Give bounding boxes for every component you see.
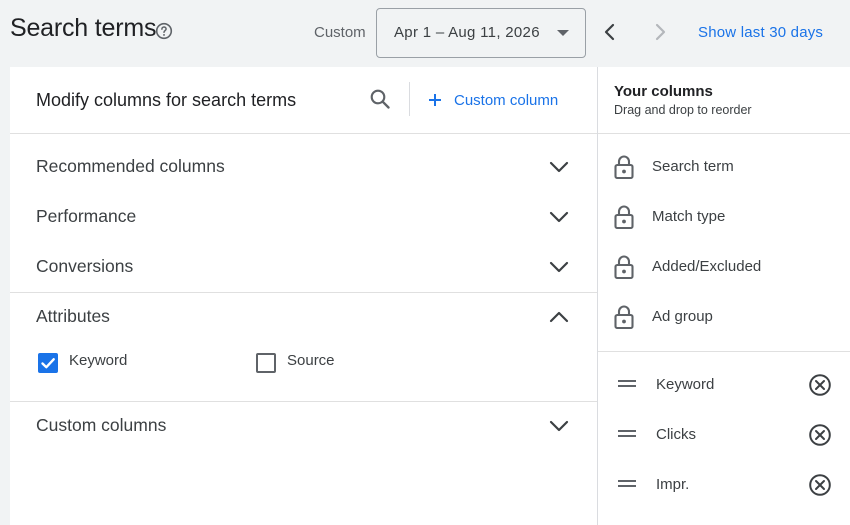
keyword-checkbox-label[interactable]: Keyword (69, 352, 127, 369)
chevron-down-icon (549, 161, 569, 173)
lock-icon (614, 255, 634, 280)
keyword-checkbox[interactable] (38, 353, 58, 373)
section-label: Recommended columns (36, 156, 225, 176)
date-range-value: Apr 1 – Aug 11, 2026 (394, 24, 540, 41)
selected-column-item[interactable]: Impr. (598, 460, 850, 510)
panel-title: Modify columns for search terms (36, 90, 297, 110)
source-checkbox-label[interactable]: Source (287, 352, 335, 369)
drag-handle-icon[interactable] (618, 479, 636, 489)
locked-column-label: Added/Excluded (652, 258, 762, 275)
lock-icon (614, 155, 634, 180)
divider (409, 82, 410, 116)
chevron-right-icon[interactable] (650, 22, 670, 42)
locked-column-label: Search term (652, 158, 734, 175)
your-columns-panel: Your columns Drag and drop to reorder Se… (597, 67, 850, 525)
divider (598, 351, 850, 352)
remove-circle-icon[interactable] (808, 423, 832, 447)
section-label: Attributes (36, 306, 110, 326)
section-custom-columns[interactable]: Custom columns (10, 401, 597, 451)
section-label: Conversions (36, 256, 134, 276)
locked-column-item: Ad group (598, 292, 850, 342)
page-title: Search terms (10, 14, 157, 42)
chevron-down-icon (549, 211, 569, 223)
modify-columns-panel: Modify columns for search terms Custom c… (10, 67, 597, 525)
selected-column-label: Keyword (656, 376, 715, 393)
plus-icon (429, 94, 441, 106)
selected-column-label: Impr. (656, 476, 690, 493)
custom-column-button[interactable]: Custom column (426, 88, 558, 112)
locked-column-label: Match type (652, 208, 726, 225)
lock-icon (614, 205, 634, 230)
check-icon (41, 358, 55, 369)
date-range-type-label: Custom (314, 24, 366, 41)
section-conversions[interactable]: Conversions (10, 242, 597, 292)
date-range-picker[interactable]: Apr 1 – Aug 11, 2026 (376, 8, 586, 58)
chevron-up-icon (549, 311, 569, 323)
section-attributes[interactable]: Attributes (10, 292, 597, 342)
search-icon[interactable] (369, 88, 391, 110)
source-checkbox[interactable] (256, 353, 276, 373)
remove-circle-icon[interactable] (808, 373, 832, 397)
selected-column-item[interactable]: Keyword (598, 360, 850, 410)
chevron-left-icon[interactable] (600, 22, 620, 42)
locked-column-item: Search term (598, 142, 850, 192)
drag-hint: Drag and drop to reorder (614, 103, 752, 117)
locked-column-label: Ad group (652, 308, 713, 325)
locked-column-item: Match type (598, 192, 850, 242)
remove-circle-icon[interactable] (808, 473, 832, 497)
custom-column-label: Custom column (454, 91, 559, 109)
caret-down-icon (557, 30, 569, 36)
show-last-30-days-button[interactable]: Show last 30 days (698, 24, 823, 41)
help-icon[interactable] (155, 22, 173, 40)
selected-column-item[interactable]: Clicks (598, 410, 850, 460)
locked-column-item: Added/Excluded (598, 242, 850, 292)
selected-column-label: Clicks (656, 426, 696, 443)
drag-handle-icon[interactable] (618, 379, 636, 389)
chevron-down-icon (549, 261, 569, 273)
section-label: Custom columns (36, 415, 167, 435)
section-recommended-columns[interactable]: Recommended columns (10, 142, 597, 192)
drag-handle-icon[interactable] (618, 429, 636, 439)
section-performance[interactable]: Performance (10, 192, 597, 242)
divider (598, 133, 850, 134)
section-label: Performance (36, 206, 137, 226)
chevron-down-icon (549, 420, 569, 432)
lock-icon (614, 305, 634, 330)
divider (10, 133, 597, 134)
your-columns-title: Your columns (614, 83, 713, 100)
